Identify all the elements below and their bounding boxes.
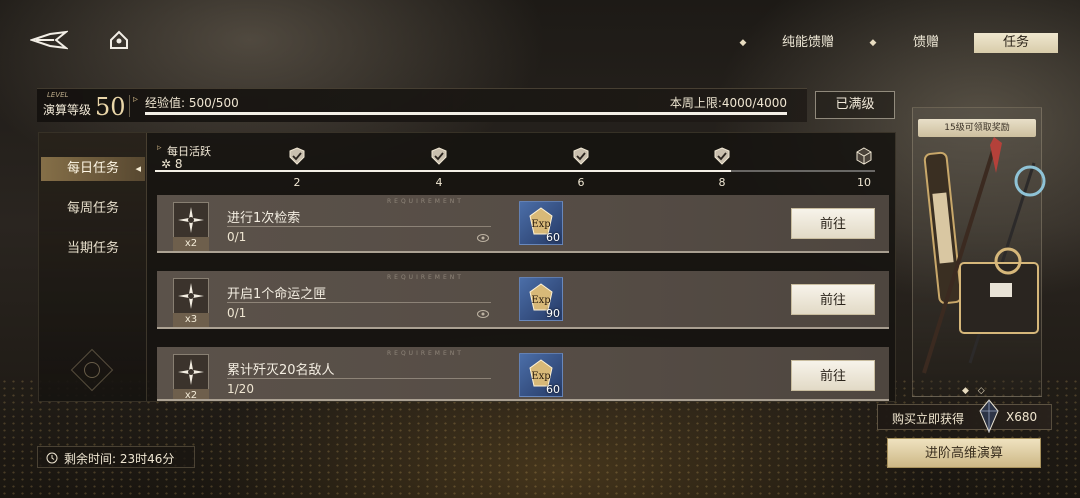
task-card: x2 REQUIREMENT 进行1次检索 0/1 Exp 60 前往 <box>157 195 889 253</box>
task-divider <box>227 226 491 227</box>
remaining-time: 剩余时间: 23时46分 <box>37 446 195 468</box>
top-tabs: ◆ 纯能馈赠 ◆ 馈赠 任务 <box>738 33 1058 53</box>
sidebar-item-period[interactable]: 当期任务 <box>41 237 145 261</box>
sidebar-emblem-ring <box>84 362 100 378</box>
task-progress: 0/1 <box>227 306 247 320</box>
weapon-bundle-image <box>922 137 1046 374</box>
activity-progress-track <box>155 170 875 172</box>
buy-reward-badge: 购买立即获得 X680 <box>877 399 1052 433</box>
daily-activity-value: ✲ 8 <box>161 157 183 171</box>
level-value: 50 <box>95 93 126 121</box>
sidebar-item-weekly[interactable]: 每周任务 <box>41 197 145 221</box>
tab-tasks[interactable]: 任务 <box>974 33 1058 53</box>
task-divider <box>227 302 491 303</box>
milestone-label: 4 <box>435 176 443 189</box>
task-card: x3 REQUIREMENT 开启1个命运之匣 0/1 Exp 90 前往 <box>157 271 889 329</box>
eye-icon <box>477 310 489 318</box>
crystal-icon <box>979 399 999 433</box>
claimed-shield-icon <box>714 147 730 165</box>
task-progress: 1/20 <box>227 382 254 396</box>
task-star-icon <box>173 278 209 314</box>
reward-amount: 60 <box>546 231 560 244</box>
milestone-label: 8 <box>718 176 726 189</box>
level-divider <box>129 95 130 117</box>
tab-separator-icon: ◆ <box>869 38 877 48</box>
claimed-shield-icon <box>289 147 305 165</box>
promo-pager-dots: ◆ ◇ <box>962 386 988 396</box>
reward-box-icon <box>856 147 872 165</box>
exp-progress-fill <box>145 112 787 115</box>
svg-text:Exp: Exp <box>531 219 550 230</box>
weekly-cap-label: 本周上限:4000/4000 <box>669 96 787 110</box>
milestone-8[interactable]: 8 <box>710 147 734 189</box>
reward-amount: 90 <box>546 307 560 320</box>
exp-progress-track <box>145 112 787 115</box>
requirement-watermark: REQUIREMENT <box>387 274 464 281</box>
buy-label: 购买立即获得 <box>892 412 965 426</box>
back-arrow-icon[interactable] <box>30 28 68 52</box>
go-button[interactable]: 前往 <box>791 208 875 239</box>
clock-icon <box>46 452 58 464</box>
milestone-6[interactable]: 6 <box>569 147 593 189</box>
task-divider <box>227 378 491 379</box>
task-progress: 0/1 <box>227 230 247 244</box>
task-title: 开启1个命运之匣 <box>227 287 327 302</box>
daily-activity-number: 8 <box>174 157 183 171</box>
task-multiplier: x2 <box>173 237 209 251</box>
claimed-shield-icon <box>573 147 589 165</box>
exp-reward-item[interactable]: Exp 60 <box>519 353 563 397</box>
milestone-10[interactable]: 10 <box>852 147 876 189</box>
milestone-2[interactable]: 2 <box>285 147 309 189</box>
eye-icon <box>477 234 489 242</box>
sidebar-item-daily[interactable]: 每日任务 <box>41 157 145 181</box>
requirement-watermark: REQUIREMENT <box>387 198 464 205</box>
task-card: x2 REQUIREMENT 累计歼灭20名敌人 1/20 Exp 60 前往 <box>157 347 889 401</box>
milestone-4[interactable]: 4 <box>427 147 451 189</box>
level-label: 演算等级 <box>43 103 92 117</box>
buy-amount: X680 <box>1006 410 1038 424</box>
task-star-icon <box>173 354 209 390</box>
remaining-time-text: 剩余时间: 23时46分 <box>64 452 175 466</box>
milestone-label: 10 <box>857 176 871 189</box>
svg-text:Exp: Exp <box>531 295 550 306</box>
task-multiplier: x3 <box>173 313 209 327</box>
task-star-icon <box>173 202 209 238</box>
exp-reward-item[interactable]: Exp 90 <box>519 277 563 321</box>
tab-energy-gift[interactable]: 纯能馈赠 <box>748 33 868 53</box>
exp-reward-item[interactable]: Exp 60 <box>519 201 563 245</box>
task-title: 进行1次检索 <box>227 211 301 226</box>
go-button[interactable]: 前往 <box>791 284 875 315</box>
requirement-watermark: REQUIREMENT <box>387 350 464 357</box>
advance-button[interactable]: 进阶高维演算 <box>887 438 1041 468</box>
tab-separator-icon: ◆ <box>739 38 747 48</box>
task-multiplier: x2 <box>173 389 209 399</box>
home-icon[interactable] <box>106 28 132 52</box>
level-bar: LEVEL 演算等级 50 经验值: 500/500 本周上限:4000/400… <box>37 88 807 122</box>
level-small-title: LEVEL <box>47 91 69 99</box>
exp-label: 经验值: 500/500 <box>133 94 239 111</box>
tab-gift[interactable]: 馈赠 <box>878 33 974 53</box>
milestone-label: 6 <box>577 176 585 189</box>
task-title: 累计歼灭20名敌人 <box>227 363 335 378</box>
task-panel: 每日任务 每周任务 当期任务 每日活跃 ✲ 8 2 4 6 8 10 x2 RE… <box>38 132 896 402</box>
go-button[interactable]: 前往 <box>791 360 875 391</box>
milestone-label: 2 <box>293 176 301 189</box>
reward-amount: 60 <box>546 383 560 396</box>
claimed-shield-icon <box>431 147 447 165</box>
maxed-button[interactable]: 已满级 <box>815 91 895 119</box>
svg-text:Exp: Exp <box>531 371 550 382</box>
task-sidebar: 每日任务 每周任务 当期任务 <box>39 133 147 401</box>
